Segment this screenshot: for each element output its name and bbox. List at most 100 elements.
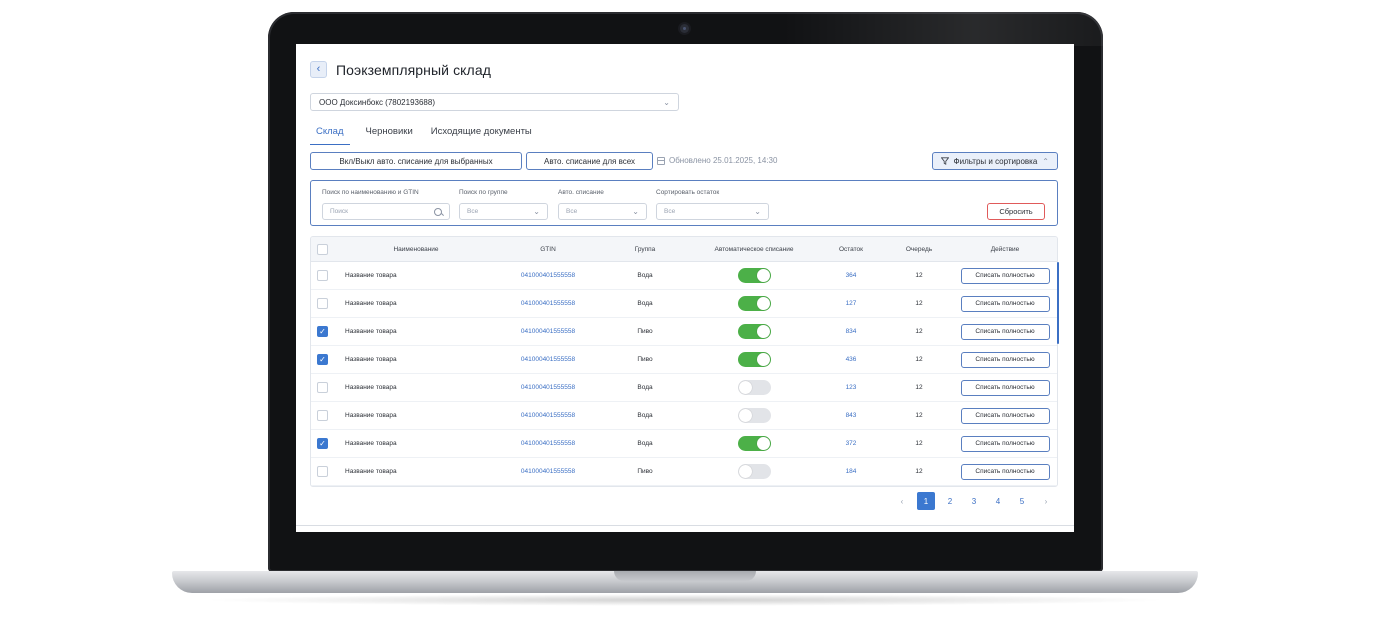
pagination-page-1[interactable]: 1 <box>914 492 938 510</box>
row-checkbox[interactable] <box>317 382 328 393</box>
row-auto-writeoff-cell <box>689 346 819 373</box>
row-stock[interactable]: 127 <box>821 290 881 317</box>
reset-button[interactable]: Сбросить <box>987 203 1045 220</box>
row-name: Название товара <box>345 272 397 279</box>
row-stock[interactable]: 372 <box>821 430 881 457</box>
row-gtin[interactable]: 041000401555558 <box>497 374 599 401</box>
row-auto-writeoff-cell <box>689 374 819 401</box>
row-stock[interactable]: 834 <box>821 318 881 345</box>
row-gtin[interactable]: 041000401555558 <box>497 290 599 317</box>
tab-warehouse[interactable]: Склад <box>310 125 350 145</box>
row-gtin[interactable]: 041000401555558 <box>497 262 599 289</box>
write-off-all-button[interactable]: Списать полностью <box>960 267 1050 284</box>
row-stock[interactable]: 123 <box>821 374 881 401</box>
row-stock[interactable]: 364 <box>821 262 881 289</box>
pagination-prev-button[interactable]: ‹ <box>890 492 914 510</box>
select-all-checkbox[interactable] <box>317 243 328 255</box>
write-off-all-button[interactable]: Списать полностью <box>960 351 1050 368</box>
auto-writeoff-toggle[interactable] <box>737 436 771 451</box>
filters-sort-button[interactable]: Фильтры и сортировка ⌃ <box>931 152 1058 170</box>
tab-outgoing-documents[interactable]: Исходящие документы <box>429 125 534 145</box>
row-gtin[interactable]: 041000401555558 <box>497 458 599 485</box>
row-gtin[interactable]: 041000401555558 <box>497 346 599 373</box>
write-off-all-button[interactable]: Списать полностью <box>960 323 1050 340</box>
row-action-cell: Списать полностью <box>959 346 1051 373</box>
header-group[interactable]: Группа <box>617 237 673 261</box>
row-gtin[interactable]: 041000401555558 <box>497 318 599 345</box>
camera-icon <box>680 24 689 33</box>
pagination-page-4[interactable]: 4 <box>986 492 1010 510</box>
row-name: Название товара <box>345 440 397 447</box>
chevron-up-icon: ⌃ <box>1042 156 1049 166</box>
search-input[interactable]: Поиск <box>322 203 450 220</box>
row-checkbox[interactable] <box>317 466 328 477</box>
row-checkbox[interactable] <box>317 270 328 281</box>
write-off-all-button[interactable]: Списать полностью <box>960 295 1050 312</box>
sort-stock-select[interactable]: Все ⌄ <box>656 203 769 220</box>
pagination-page-3[interactable]: 3 <box>962 492 986 510</box>
auto-writeoff-toggle[interactable] <box>737 324 771 339</box>
row-checkbox[interactable] <box>317 298 328 309</box>
pagination-page-label: 3 <box>971 496 977 506</box>
check-icon: ✓ <box>319 326 326 336</box>
warehouse-app: ‹ Поэкземплярный склад ООО Доксинбокс (7… <box>296 44 1074 532</box>
row-group: Вода <box>637 300 653 307</box>
header-gtin[interactable]: GTIN <box>497 237 599 261</box>
row-stock[interactable]: 184 <box>821 458 881 485</box>
row-group: Вода <box>637 272 653 279</box>
row-queue: 12 <box>915 328 923 335</box>
row-checkbox[interactable]: ✓ <box>317 326 328 337</box>
row-stock[interactable]: 436 <box>821 346 881 373</box>
tab-drafts[interactable]: Черновики <box>364 125 415 145</box>
chevron-down-icon: ⌄ <box>754 207 761 216</box>
write-off-all-button[interactable]: Списать полностью <box>960 407 1050 424</box>
pagination-page-label: 1 <box>917 492 935 510</box>
stock-table: Наименование GTIN Группа Автоматическое … <box>310 236 1058 487</box>
laptop-mockup: ‹ Поэкземплярный склад ООО Доксинбокс (7… <box>0 0 1373 627</box>
auto-writeoff-toggle[interactable] <box>737 408 771 423</box>
group-filter-select[interactable]: Все ⌄ <box>459 203 548 220</box>
row-gtin[interactable]: 041000401555558 <box>497 402 599 429</box>
row-checkbox[interactable]: ✓ <box>317 438 328 449</box>
search-icon <box>434 207 442 216</box>
row-gtin[interactable]: 041000401555558 <box>497 430 599 457</box>
pagination-page-2[interactable]: 2 <box>938 492 962 510</box>
group-filter-value: Все <box>467 208 479 215</box>
auto-writeoff-toggle[interactable] <box>737 380 771 395</box>
row-action-cell: Списать полностью <box>959 290 1051 317</box>
header-action: Действие <box>990 245 1020 253</box>
write-off-all-button[interactable]: Списать полностью <box>960 463 1050 480</box>
auto-writeoff-toggle[interactable] <box>737 296 771 311</box>
toggle-auto-writeoff-selected-button[interactable]: Вкл/Выкл авто. списание для выбранных <box>310 152 522 170</box>
table-row: Название товара 041000401555558 Пиво 184 12 С… <box>311 458 1057 486</box>
write-off-all-button[interactable]: Списать полностью <box>960 379 1050 396</box>
row-stock[interactable]: 843 <box>821 402 881 429</box>
pagination: ‹ 1 2 3 4 5 › <box>890 492 1058 510</box>
table-header: Наименование GTIN Группа Автоматическое … <box>311 237 1057 262</box>
header-name[interactable]: Наименование <box>343 237 489 261</box>
row-group: Пиво <box>637 468 653 475</box>
auto-filter-select[interactable]: Все ⌄ <box>558 203 647 220</box>
header-auto-writeoff[interactable]: Автоматическое списание <box>689 237 819 261</box>
auto-writeoff-all-button[interactable]: Авто. списание для всех <box>526 152 653 170</box>
auto-writeoff-toggle[interactable] <box>737 352 771 367</box>
write-off-all-button[interactable]: Списать полностью <box>960 435 1050 452</box>
back-button[interactable]: ‹ <box>310 61 327 78</box>
lid-glare <box>783 12 1103 46</box>
table-scrollbar[interactable] <box>1057 262 1059 344</box>
pagination-next-button[interactable]: › <box>1034 492 1058 510</box>
pagination-page-5[interactable]: 5 <box>1010 492 1034 510</box>
header-stock[interactable]: Остаток <box>821 237 881 261</box>
header-queue[interactable]: Очередь <box>889 237 949 261</box>
organization-select[interactable]: ООО Доксинбокс (7802193688) ⌄ <box>310 93 679 111</box>
row-checkbox[interactable] <box>317 410 328 421</box>
chevron-down-icon: ⌄ <box>632 207 639 216</box>
row-checkbox[interactable]: ✓ <box>317 354 328 365</box>
row-group: Пиво <box>637 356 653 363</box>
auto-writeoff-toggle[interactable] <box>737 268 771 283</box>
page-title: Поэкземплярный склад <box>336 61 491 78</box>
auto-writeoff-toggle[interactable] <box>737 464 771 479</box>
row-action-cell: Списать полностью <box>959 318 1051 345</box>
toolbar: Вкл/Выкл авто. списание для выбранных Ав… <box>310 152 1058 170</box>
row-name: Название товара <box>345 384 397 391</box>
